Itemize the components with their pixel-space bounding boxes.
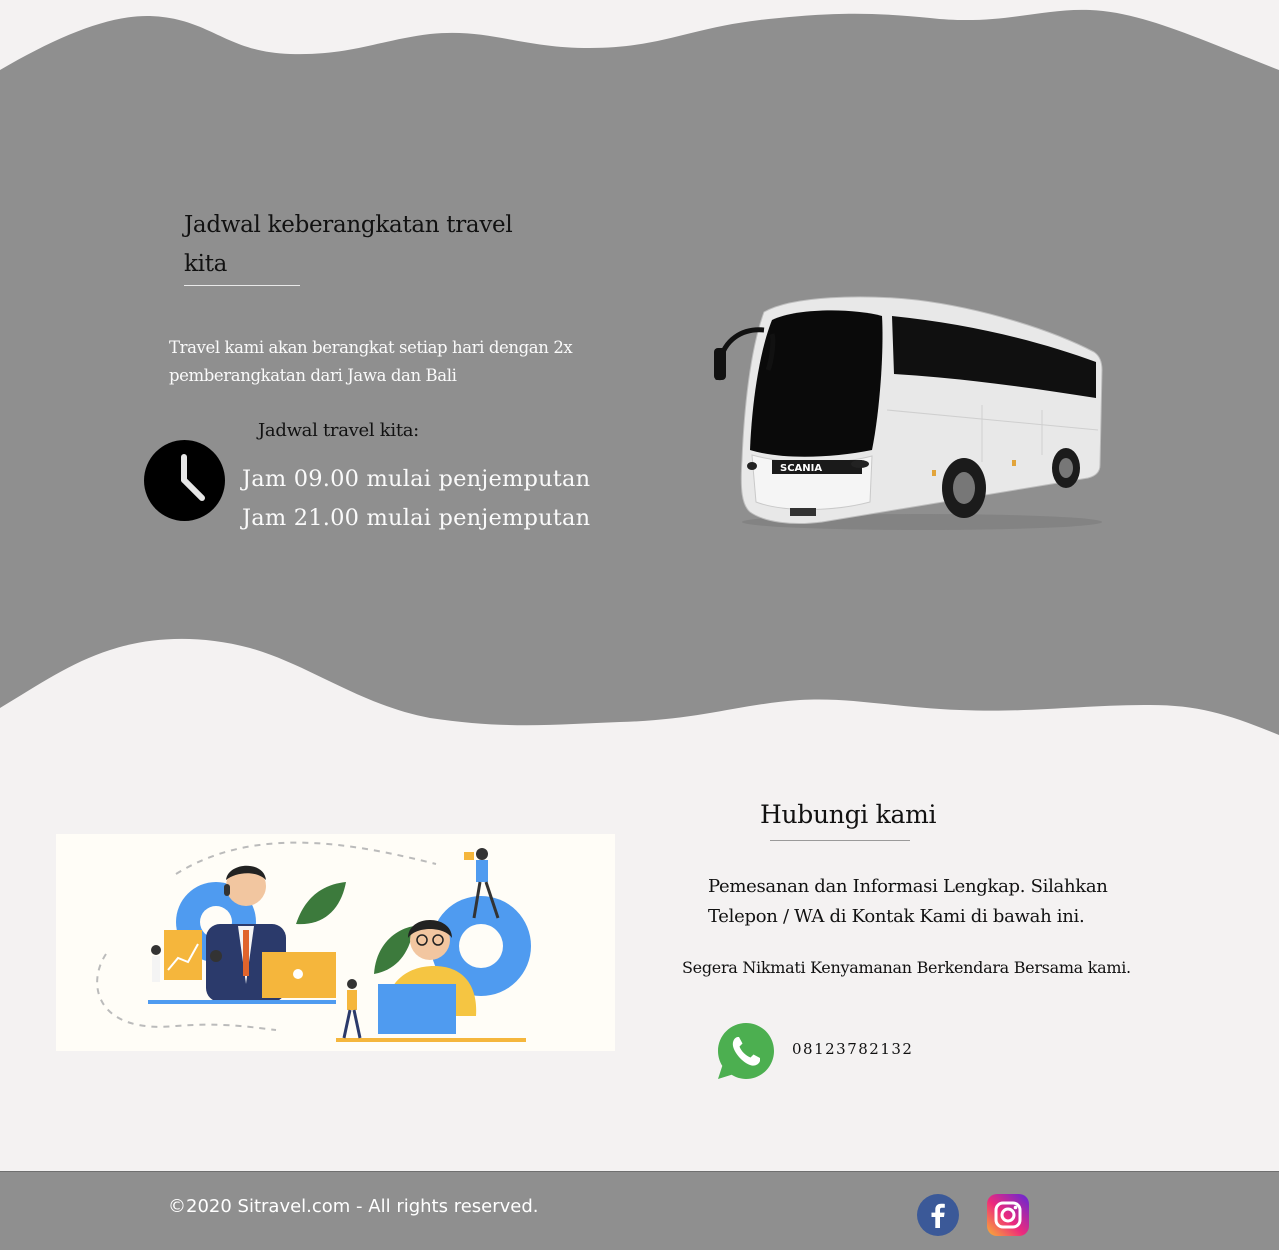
contact-description-line1: Pemesanan dan Informasi Lengkap. Silahka… [708,876,1108,897]
schedule-time-2: Jam 21.00 mulai penjemputan [242,505,591,531]
contact-note: Segera Nikmati Kenyamanan Berkendara Ber… [682,958,1131,977]
contact-title: Hubungi kami [760,800,937,829]
schedule-description-line2: pemberangkatan dari Jawa dan Bali [169,366,457,385]
contact-description: Pemesanan dan Informasi Lengkap. Silahka… [708,872,1128,932]
customer-service-illustration [56,834,615,1051]
schedule-title-line1: Jadwal keberangkatan travel [184,212,513,238]
schedule-title-line2: kita [184,251,228,277]
bus-brand-label: SCANIA [780,463,822,474]
schedule-description-line1: Travel kami akan berangkat setiap hari d… [169,338,573,357]
contact-phone[interactable]: 08123782132 [792,1040,913,1058]
contact-description-line2: Telepon / WA di Kontak Kami di bawah ini… [708,906,1085,927]
clock-icon [144,440,225,521]
schedule-time-1: Jam 09.00 mulai penjemputan [242,466,591,492]
whatsapp-icon[interactable] [716,1021,776,1081]
footer-copyright: ©2020 Sitravel.com - All rights reserved… [168,1196,539,1217]
bus-image: SCANIA [714,296,1103,530]
instagram-icon[interactable] [987,1194,1029,1236]
facebook-icon[interactable] [917,1194,959,1236]
schedule-description: Travel kami akan berangkat setiap hari d… [169,334,589,390]
schedule-title: Jadwal keberangkatan travel kita [184,206,514,284]
schedule-title-underline [184,285,300,286]
schedule-times-label: Jadwal travel kita: [258,420,419,441]
contact-title-underline [770,840,910,841]
